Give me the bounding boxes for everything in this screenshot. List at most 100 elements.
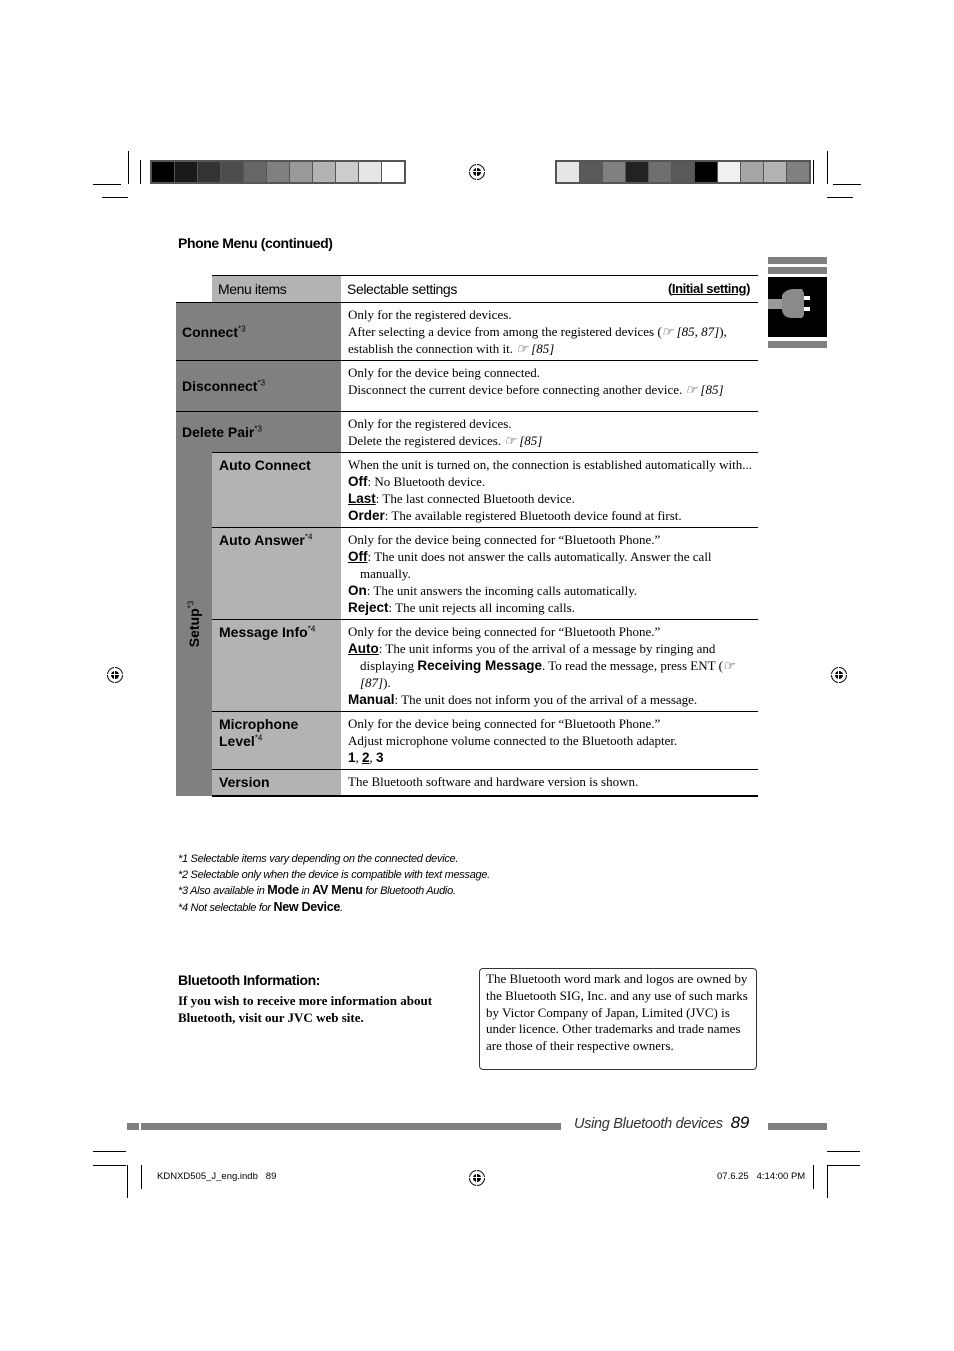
delete-pair-description: Only for the registered devices. Delete … [341, 411, 758, 453]
color-swatch [672, 162, 695, 182]
color-swatch [290, 162, 313, 182]
table-row-message-info: Message Info*4 Only for the device being… [176, 619, 758, 712]
color-swatch [359, 162, 382, 182]
color-swatch [175, 162, 198, 182]
sidebar-tab-stripe [768, 341, 827, 348]
footer-bar-right [768, 1123, 827, 1130]
bluetooth-adapter-plug-icon [768, 277, 827, 337]
color-swatch [626, 162, 649, 182]
message-info-description: Only for the device being connected for … [341, 619, 758, 712]
color-swatch [267, 162, 290, 182]
sidebar-tab-stripe [768, 257, 827, 264]
version-description: The Bluetooth software and hardware vers… [341, 769, 758, 797]
table-row-auto-answer: Auto Answer*4 Only for the device being … [176, 527, 758, 620]
page-reference-link[interactable]: ☞ [85] [516, 341, 554, 356]
page-reference-link[interactable]: ☞ [85, 87] [662, 324, 720, 339]
menu-item-version: Version [212, 769, 341, 797]
initial-setting-marker: Off [348, 549, 368, 564]
color-swatch [313, 162, 336, 182]
bluetooth-info-title: Bluetooth Information: [178, 972, 321, 988]
auto-connect-description: When the unit is turned on, the connecti… [341, 452, 758, 528]
initial-setting-marker: 2 [362, 750, 370, 765]
color-swatch [152, 162, 175, 182]
color-swatch [603, 162, 626, 182]
color-swatch [718, 162, 741, 182]
crop-mark [128, 151, 129, 184]
auto-answer-description: Only for the device being connected for … [341, 527, 758, 620]
color-swatch [382, 162, 404, 182]
slug-file-info: KDNXD505_J_eng.indb 89 [157, 1171, 277, 1182]
table-row-connect: Connect*3 Only for the registered device… [176, 302, 758, 361]
table-row-version: Version The Bluetooth software and hardw… [176, 769, 758, 797]
table-row-disconnect: Disconnect*3 Only for the device being c… [176, 360, 758, 412]
registration-mark-top [467, 162, 487, 182]
registration-mark-bottom [467, 1168, 487, 1188]
color-swatch [244, 162, 267, 182]
crop-mark [102, 197, 128, 198]
crop-mark [827, 197, 853, 198]
footnotes: *1 Selectable items vary depending on th… [178, 852, 490, 916]
menu-item-microphone-level: Microphone Level*4 [212, 711, 341, 770]
registration-mark-right [829, 665, 849, 685]
menu-item-auto-answer: Auto Answer*4 [212, 527, 341, 620]
footnote-2: *2 Selectable only when the device is co… [178, 868, 490, 881]
microphone-level-description: Only for the device being connected for … [341, 711, 758, 770]
crop-mark [827, 1165, 828, 1198]
crop-mark [93, 1165, 126, 1166]
color-swatch [221, 162, 244, 182]
color-swatch [764, 162, 787, 182]
crop-mark [827, 1165, 860, 1166]
crop-mark [140, 160, 141, 184]
table-row-auto-connect: Setup*3 Auto Connect When the unit is tu… [176, 452, 758, 796]
menu-item-auto-connect: Auto Connect [212, 452, 341, 528]
color-swatch [198, 162, 221, 182]
footer-section-label: Using Bluetooth devices 89 [574, 1113, 750, 1132]
registration-mark-left [105, 665, 125, 685]
color-swatch [787, 162, 809, 182]
initial-setting-marker: Last [348, 491, 376, 506]
table-header: Menu items Selectable settings (Initial … [176, 275, 758, 303]
sidebar-tab-stripe [768, 267, 827, 274]
color-calibration-bar-right [555, 160, 811, 184]
footer-bar-left [141, 1123, 561, 1130]
phone-menu-table: Menu items Selectable settings (Initial … [176, 275, 758, 797]
disconnect-description: Only for the device being connected. Dis… [341, 360, 758, 412]
footer-bar-left-small [127, 1123, 139, 1130]
crop-mark [827, 151, 828, 184]
page-reference-link[interactable]: ☞ [85] [504, 433, 542, 448]
color-swatch [580, 162, 603, 182]
trademark-notice-box: The Bluetooth word mark and logos are ow… [479, 968, 757, 1070]
crop-mark [827, 1151, 860, 1152]
menu-item-disconnect: Disconnect*3 [176, 360, 341, 412]
footnote-4: *4 Not selectable for New Device. [178, 899, 343, 914]
color-swatch [649, 162, 672, 182]
color-swatch [741, 162, 764, 182]
menu-item-message-info: Message Info*4 [212, 619, 341, 712]
color-swatch [557, 162, 580, 182]
crop-mark [813, 1165, 814, 1189]
crop-mark [833, 184, 861, 185]
connect-description: Only for the registered devices. After s… [341, 302, 758, 361]
footnote-3: *3 Also available in Mode in AV Menu for… [178, 883, 456, 897]
table-row-microphone-level: Microphone Level*4 Only for the device be… [176, 711, 758, 770]
menu-item-delete-pair: Delete Pair*3 [176, 411, 341, 453]
menu-group-setup: Setup*3 [176, 452, 212, 796]
crop-mark [93, 184, 121, 185]
color-swatch [336, 162, 359, 182]
initial-setting-marker: Auto [348, 641, 379, 656]
page-number: 89 [730, 1113, 750, 1132]
color-calibration-bar-left [150, 160, 406, 184]
slug-timestamp: 07.6.25 4:14:00 PM [717, 1171, 806, 1182]
menu-item-connect: Connect*3 [176, 302, 341, 361]
header-menu-items: Menu items [212, 275, 341, 303]
crop-mark [93, 1151, 126, 1152]
crop-mark [813, 160, 814, 184]
page-reference-link[interactable]: ☞ [85] [685, 382, 723, 397]
header-initial-setting: (Initial setting) [667, 281, 750, 296]
footnote-1: *1 Selectable items vary depending on th… [178, 853, 459, 865]
section-title: Phone Menu (continued) [178, 235, 333, 251]
table-row-delete-pair: Delete Pair*3 Only for the registered de… [176, 411, 758, 453]
bluetooth-info-body: If you wish to receive more information … [178, 993, 433, 1025]
setup-group-label: Setup*3 [186, 601, 202, 648]
crop-mark [141, 1165, 142, 1189]
